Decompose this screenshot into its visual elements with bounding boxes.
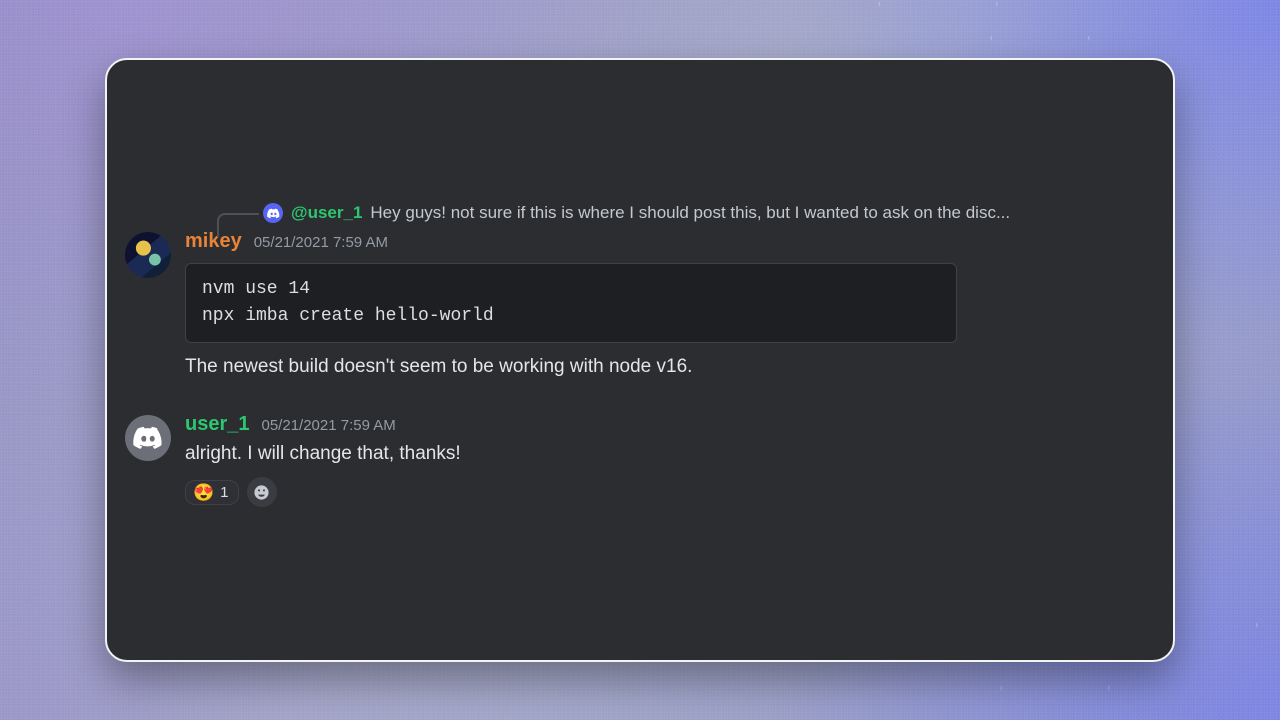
avatar[interactable] — [125, 232, 171, 278]
smiley-plus-icon — [253, 484, 270, 501]
message-body: alright. I will change that, thanks! — [185, 440, 1145, 468]
reply-preview[interactable]: @user_1 Hey guys! not sure if this is wh… — [263, 202, 1145, 224]
reply-preview-text[interactable]: Hey guys! not sure if this is where I sh… — [370, 203, 1010, 223]
chat-message[interactable]: @user_1 Hey guys! not sure if this is wh… — [107, 200, 1145, 383]
reaction-bar: 😍 1 — [185, 477, 1145, 507]
message-timestamp: 05/21/2021 7:59 AM — [262, 417, 396, 434]
reply-username[interactable]: @user_1 — [291, 203, 362, 223]
chat-window: @user_1 Hey guys! not sure if this is wh… — [105, 58, 1175, 662]
code-block[interactable]: nvm use 14 npx imba create hello-world — [185, 263, 957, 343]
discord-logo-icon — [133, 423, 163, 453]
add-reaction-button[interactable] — [247, 477, 277, 507]
chat-message[interactable]: user_1 05/21/2021 7:59 AM alright. I wil… — [107, 411, 1145, 510]
reply-spine-icon — [217, 213, 259, 237]
message-username[interactable]: user_1 — [185, 413, 250, 436]
reaction-chip[interactable]: 😍 1 — [185, 480, 239, 505]
discord-logo-icon — [263, 203, 283, 223]
reaction-count: 1 — [220, 484, 228, 501]
message-body: The newest build doesn't seem to be work… — [185, 353, 1145, 381]
message-timestamp: 05/21/2021 7:59 AM — [254, 234, 388, 251]
avatar[interactable] — [125, 415, 171, 461]
message-list: @user_1 Hey guys! not sure if this is wh… — [107, 200, 1173, 529]
bg-hex-icon — [878, 0, 998, 56]
heart-eyes-emoji-icon: 😍 — [193, 484, 214, 501]
